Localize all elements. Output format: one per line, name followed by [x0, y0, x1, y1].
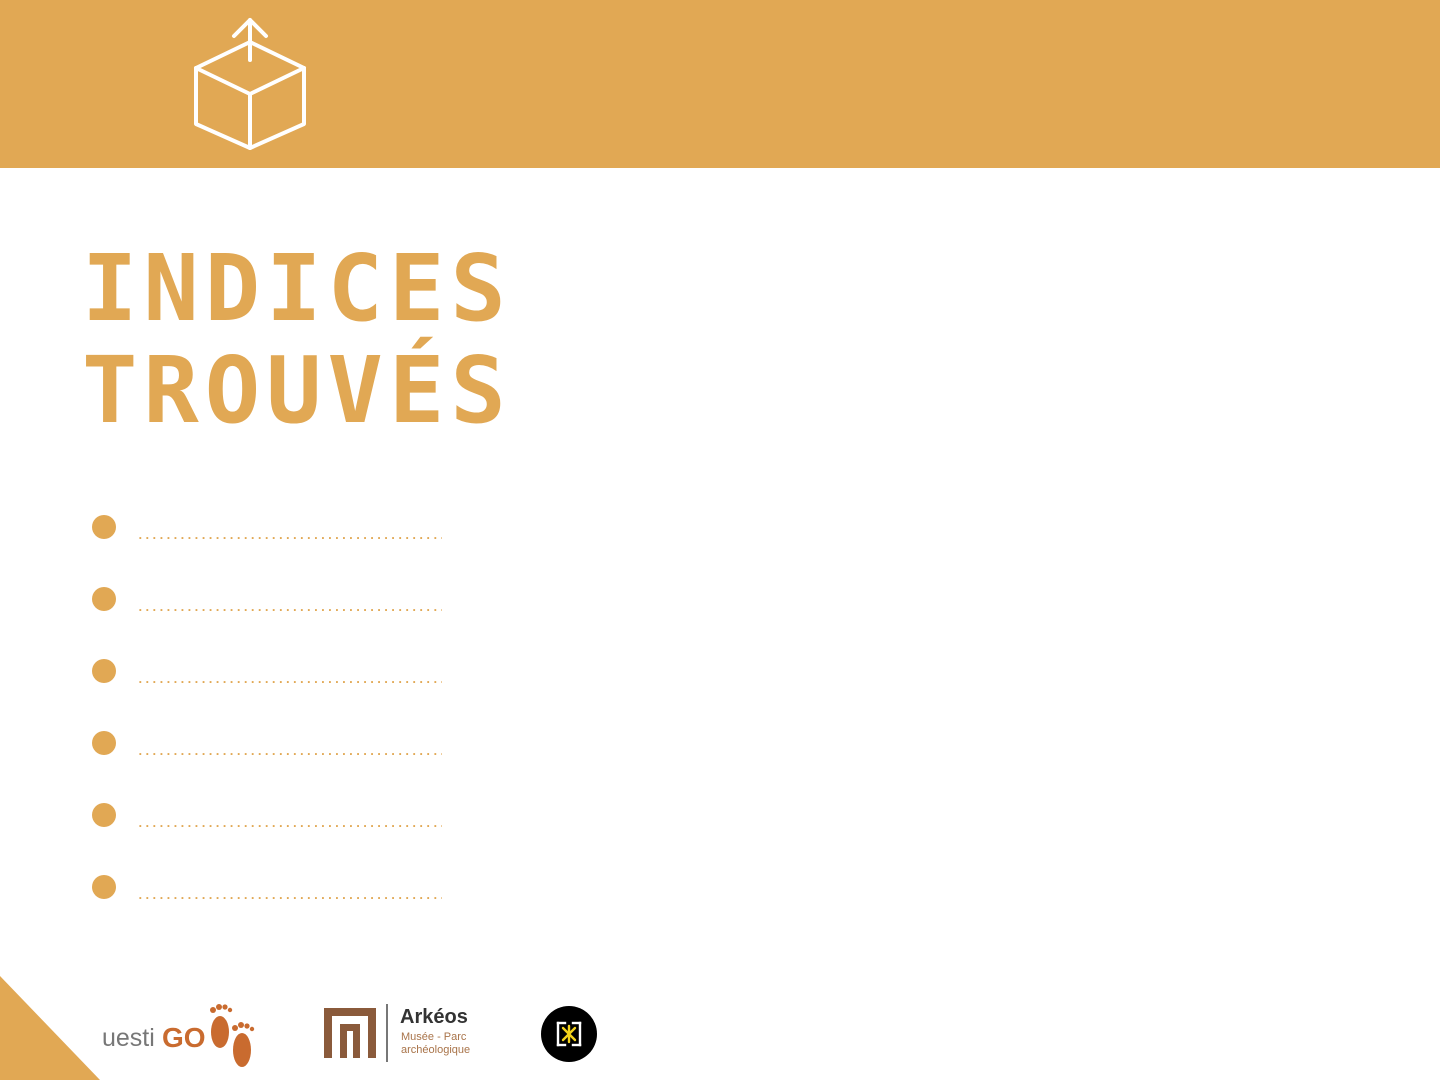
- clue-item: ........................................…: [90, 874, 470, 946]
- bullet-icon: [92, 803, 116, 827]
- corner-triangle-decoration: [0, 976, 100, 1080]
- footprints-icon: [210, 1004, 255, 1067]
- questigo-wordmark-light: uesti: [102, 1024, 155, 1052]
- clue-item: ........................................…: [90, 802, 470, 874]
- clue-blank-line: ........................................…: [137, 529, 442, 542]
- title-line-2: TROUVÉS: [82, 337, 512, 444]
- arkeos-subtitle: Musée - Parc archéologique: [401, 1031, 470, 1057]
- clue-blank-line: ........................................…: [137, 745, 442, 758]
- arkeos-subtitle-line-1: Musée - Parc: [401, 1031, 467, 1043]
- clue-blank-line: ........................................…: [137, 817, 442, 830]
- museum-emblem-icon: [541, 1006, 597, 1062]
- title-line-1: INDICES: [82, 235, 512, 342]
- bullet-icon: [92, 659, 116, 683]
- clue-item: ........................................…: [90, 586, 470, 658]
- clue-item: ........................................…: [90, 730, 470, 802]
- clue-item: ........................................…: [90, 514, 470, 586]
- clue-blank-line: ........................................…: [137, 673, 442, 686]
- clue-list: ........................................…: [90, 514, 470, 946]
- clue-blank-line: ........................................…: [137, 889, 442, 902]
- bullet-icon: [92, 731, 116, 755]
- clue-item: ........................................…: [90, 658, 470, 730]
- header-band: [0, 0, 1440, 168]
- box-upload-icon: [194, 18, 306, 150]
- bullet-icon: [92, 587, 116, 611]
- arkeos-logo: Arkéos Musée - Parc archéologique: [322, 1002, 492, 1064]
- arkeos-name: Arkéos: [400, 1006, 468, 1028]
- arkeos-mark-icon: [324, 1008, 376, 1058]
- questigo-wordmark-bold: GO: [162, 1022, 206, 1053]
- arkeos-subtitle-line-2: archéologique: [401, 1044, 471, 1056]
- arkeos-divider: [386, 1004, 388, 1062]
- bullet-icon: [92, 515, 116, 539]
- clue-blank-line: ........................................…: [137, 601, 442, 614]
- questigo-logo: uesti GO: [100, 998, 260, 1074]
- page-title: INDICES TROUVÉS: [82, 238, 512, 442]
- bullet-icon: [92, 875, 116, 899]
